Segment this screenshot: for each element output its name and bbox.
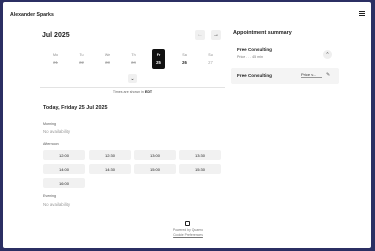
day-name: Sa: [182, 53, 187, 57]
day-sun[interactable]: Su 27: [204, 49, 217, 69]
day-wed[interactable]: We 23: [101, 49, 114, 69]
chevron-up-icon: ⌃: [325, 51, 330, 58]
evening-label: Evening: [43, 194, 56, 198]
service-name: Free Consulting: [237, 47, 272, 52]
pencil-icon[interactable]: ✎: [326, 72, 330, 78]
divider: [40, 87, 225, 88]
timezone-note: Times are shown in EDT: [40, 90, 225, 94]
day-name: Fr: [156, 53, 161, 57]
hamburger-menu-icon[interactable]: [359, 11, 365, 16]
month-label: Jul 2025: [42, 32, 70, 39]
service-details: Price . . . 45 min: [237, 55, 263, 59]
time-slot[interactable]: 13:30: [179, 150, 221, 160]
day-name: Th: [131, 53, 136, 57]
arrow-right-icon: →: [213, 32, 219, 38]
time-slot[interactable]: 14:30: [89, 164, 131, 174]
day-date: 24: [131, 60, 136, 65]
timezone-prefix: Times are shown in: [112, 90, 144, 94]
powered-by: Powered by Quaero: [172, 228, 204, 232]
time-slot[interactable]: 14:00: [43, 164, 85, 174]
time-slot[interactable]: 12:00: [43, 150, 85, 160]
day-name: Tu: [79, 53, 84, 57]
cookie-preferences-link[interactable]: Cookie Preferences: [153, 233, 223, 237]
day-thu[interactable]: Th 24: [127, 49, 140, 69]
time-slot[interactable]: 12:30: [89, 150, 131, 160]
summary-title: Appointment summary: [233, 30, 292, 36]
next-week-button[interactable]: →: [211, 30, 221, 40]
day-date: 23: [105, 60, 110, 65]
time-slot[interactable]: 15:30: [179, 164, 221, 174]
evening-status: No availability: [43, 202, 71, 207]
day-date: 22: [79, 60, 84, 65]
service-name: Free Consulting: [237, 73, 272, 78]
quaero-logo-icon: [185, 221, 190, 226]
day-date: 21: [53, 60, 58, 65]
time-slot[interactable]: 13:00: [134, 150, 176, 160]
business-name: Alexander Sparks: [10, 12, 54, 18]
afternoon-label: Afternoon: [43, 142, 59, 146]
day-date: 25: [156, 60, 161, 65]
collapse-button[interactable]: ⌃: [323, 50, 332, 59]
price-select[interactable]: Price v...: [301, 72, 322, 78]
chevron-down-icon: ⌄: [130, 75, 135, 82]
day-tue[interactable]: Tu 22: [75, 49, 88, 69]
scheduler-panel: Jul 2025 ← → Mo 21 Tu 22 We 23 Th 24 Fr …: [40, 27, 225, 217]
previous-week-button[interactable]: ←: [195, 30, 205, 40]
top-bar: Alexander Sparks: [3, 2, 371, 24]
time-slot[interactable]: 16:00: [43, 178, 85, 188]
day-date: 26: [182, 60, 187, 65]
day-sat[interactable]: Sa 26: [178, 49, 191, 69]
week-day-strip: Mo 21 Tu 22 We 23 Th 24 Fr 25 Sa 26 Su 2…: [40, 49, 225, 69]
selected-date-heading: Today, Friday 25 Jul 2025: [43, 105, 108, 111]
day-name: Mo: [53, 53, 58, 57]
day-mon[interactable]: Mo 21: [49, 49, 62, 69]
day-date: 27: [208, 60, 213, 65]
expand-calendar-button[interactable]: ⌄: [128, 74, 137, 83]
booking-window: Alexander Sparks Jul 2025 ← → Mo 21 Tu 2…: [3, 2, 371, 248]
morning-label: Morning: [43, 122, 56, 126]
morning-status: No availability: [43, 129, 71, 134]
arrow-left-icon: ←: [197, 32, 203, 38]
time-slot[interactable]: 15:00: [134, 164, 176, 174]
day-name: We: [104, 53, 111, 57]
day-fri-selected[interactable]: Fr 25: [152, 49, 165, 69]
day-name: Su: [208, 53, 213, 57]
timezone-value: EDT: [144, 90, 153, 94]
